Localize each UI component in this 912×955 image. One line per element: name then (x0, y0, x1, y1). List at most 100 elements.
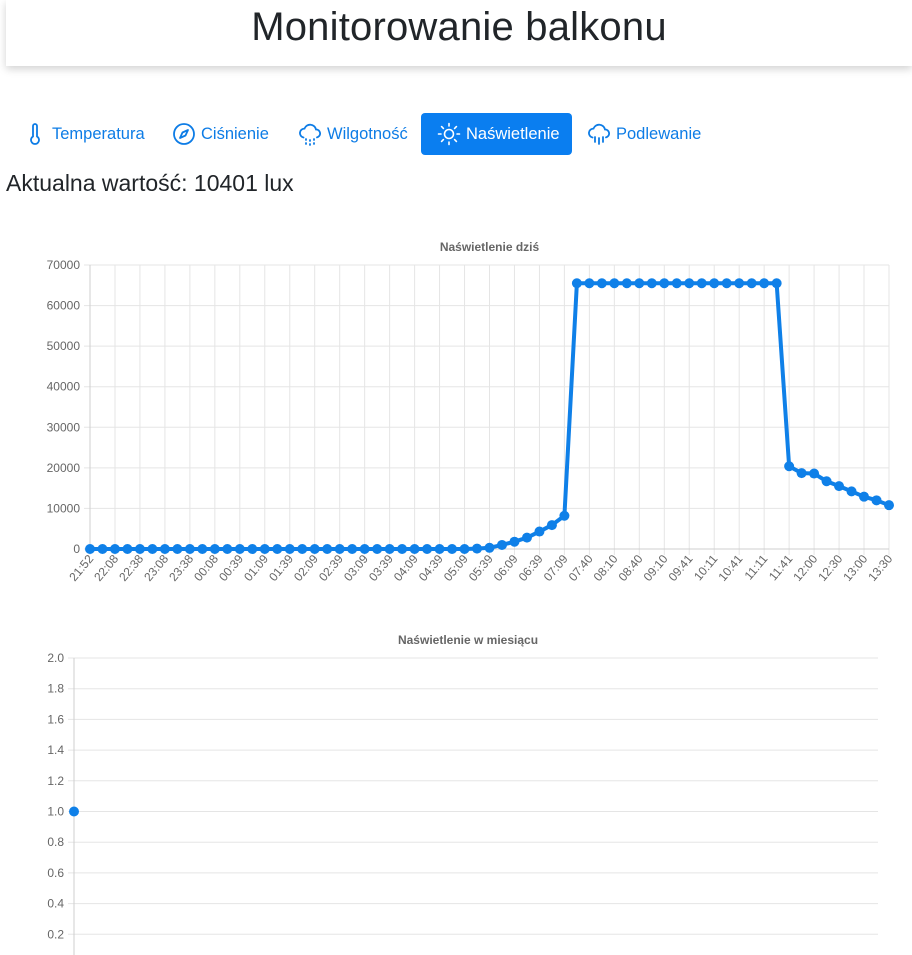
data-point (496, 539, 507, 550)
data-point (447, 544, 458, 554)
x-tick-label: 22:08 (91, 552, 121, 584)
data-point (397, 544, 408, 554)
sun-icon (437, 122, 461, 146)
x-tick-label: 02:09 (291, 552, 321, 584)
data-point (147, 544, 158, 554)
data-point (821, 476, 832, 487)
x-tick-label: 04:39 (416, 552, 446, 584)
y-tick-label: 0.8 (47, 835, 64, 849)
data-point (409, 544, 420, 554)
data-point (85, 544, 95, 554)
data-point (334, 544, 345, 554)
data-point (172, 544, 183, 554)
x-tick-label: 10:11 (691, 552, 721, 584)
data-point (422, 544, 433, 554)
compass-icon (173, 123, 195, 145)
x-tick-label: 01:39 (266, 552, 296, 584)
tab-cisnienie[interactable]: Ciśnienie (172, 113, 269, 155)
x-tick-label: 05:39 (466, 552, 496, 584)
data-point (297, 544, 308, 554)
y-tick-label: 0.6 (47, 866, 64, 880)
data-point (784, 461, 795, 472)
chart-title: Naświetlenie w miesiącu (398, 633, 538, 647)
data-point (596, 278, 607, 289)
data-point (759, 278, 770, 289)
tab-wilgotnosc[interactable]: Wilgotność (298, 113, 408, 155)
y-tick-label: 1.2 (47, 774, 64, 788)
x-tick-label: 03:09 (341, 552, 371, 584)
data-point (809, 468, 820, 479)
x-tick-label: 00:39 (216, 552, 246, 584)
data-point (347, 544, 358, 554)
y-tick-label: 60000 (47, 299, 81, 313)
data-point (884, 500, 894, 511)
y-tick-label: 2.0 (47, 651, 64, 665)
x-tick-label: 08:40 (616, 552, 646, 584)
x-tick-label: 21:52 (66, 552, 96, 584)
tab-label: Ciśnienie (201, 124, 269, 143)
data-point (721, 278, 732, 289)
x-tick-label: 06:39 (516, 552, 546, 584)
data-point (796, 468, 807, 479)
y-tick-label: 70000 (47, 258, 81, 272)
x-tick-label: 09:10 (641, 552, 671, 584)
x-tick-label: 09:41 (666, 552, 696, 584)
data-point (259, 544, 270, 554)
data-point (197, 544, 208, 554)
data-point (97, 544, 108, 554)
cloud-rain-icon (588, 123, 610, 145)
data-point (771, 278, 782, 289)
x-tick-label: 06:09 (491, 552, 521, 584)
x-tick-label: 23:08 (141, 552, 171, 584)
cloud-drizzle-icon (299, 123, 321, 146)
thermometer-icon (30, 123, 40, 145)
tab-temperatura[interactable]: Temperatura (23, 113, 145, 155)
y-tick-label: 30000 (47, 420, 81, 434)
chart-month: Naświetlenie w miesiącu 0.2 0.4 0.6 0.8 1.0 1.… (47, 633, 878, 955)
data-point (484, 542, 495, 553)
data-point (521, 532, 532, 543)
data-point (846, 486, 857, 497)
y-tick-label: 1.4 (47, 743, 64, 757)
data-point (472, 543, 483, 554)
data-point (372, 544, 383, 554)
data-point (134, 544, 145, 554)
x-tick-label: 03:39 (366, 552, 396, 584)
x-tick-label: 05:09 (441, 552, 471, 584)
y-tick-label: 1.0 (47, 805, 64, 819)
y-tick-label: 10000 (47, 501, 81, 515)
x-tick-label: 00:08 (191, 552, 221, 584)
y-tick-label: 20000 (47, 461, 81, 475)
chart-title: Naświetlenie dziś (440, 240, 540, 254)
y-tick-label: 0.4 (47, 897, 64, 911)
data-point (109, 544, 120, 554)
data-point (309, 544, 320, 554)
data-point (534, 526, 545, 537)
data-point (122, 544, 133, 554)
x-tick-label: 08:10 (591, 552, 621, 584)
x-tick-label: 13:00 (840, 552, 870, 584)
tab-podlewanie[interactable]: Podlewanie (587, 113, 701, 155)
chart-today: Naświetlenie dziś 0 10000 20000 30000 40000 50… (47, 240, 896, 584)
tab-label: Podlewanie (616, 124, 702, 143)
data-point (584, 278, 595, 289)
data-point (247, 544, 258, 554)
data-point (222, 544, 233, 554)
data-point (359, 544, 370, 554)
x-tick-label: 10:41 (715, 552, 745, 584)
data-point (834, 481, 845, 492)
data-point (609, 278, 620, 289)
tab-label: Naświetlenie (466, 124, 560, 143)
y-tick-label: 1.6 (47, 712, 64, 726)
data-point (559, 510, 570, 521)
y-tick-label: 1.8 (47, 682, 64, 696)
x-tick-label: 12:30 (815, 552, 845, 584)
page-title: Monitorowanie balkonu (251, 4, 667, 49)
main-nav: Temperatura Ciśnienie Wilgotność Naświet… (0, 113, 912, 155)
x-tick-label: 07:09 (541, 552, 571, 584)
y-tick-label: 50000 (47, 339, 81, 353)
data-point (384, 544, 395, 554)
tab-naswietlenie[interactable]: Naświetlenie (421, 113, 572, 155)
data-point (571, 278, 582, 289)
y-tick-label: 0.2 (47, 927, 64, 941)
